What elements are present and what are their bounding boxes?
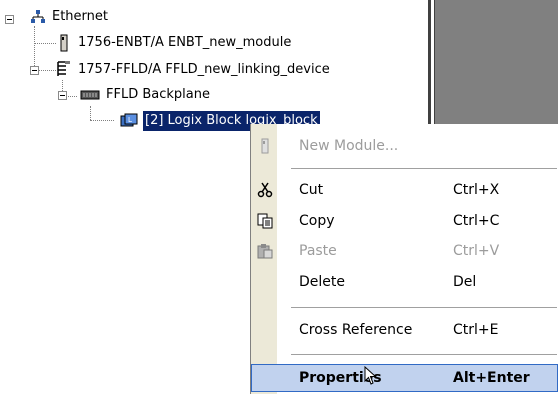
menu-item-shortcut: Ctrl+X xyxy=(453,182,500,198)
collapse-toggle[interactable] xyxy=(30,66,39,75)
collapse-toggle[interactable] xyxy=(58,91,67,100)
tree-node-ffld-backplane[interactable]: FFLD Backplane xyxy=(0,85,260,105)
tree-node-label: 1757-FFLD/A FFLD_new_linking_device xyxy=(78,62,330,77)
tree-node-label: Ethernet xyxy=(52,9,108,24)
detail-pane xyxy=(435,0,558,125)
menu-item-label: Paste xyxy=(299,243,337,259)
scissors-icon xyxy=(257,182,273,198)
tree-node-ffld-linking-device[interactable]: 1757-FFLD/A FFLD_new_linking_device xyxy=(0,60,400,80)
copy-icon xyxy=(257,213,273,229)
network-icon xyxy=(31,10,45,23)
menu-item-shortcut: Del xyxy=(453,274,477,290)
module-icon xyxy=(261,138,269,154)
tree-node-label: 1756-ENBT/A ENBT_new_module xyxy=(78,35,292,50)
paste-icon xyxy=(257,244,273,259)
menu-item-cross-reference[interactable]: Cross Reference Ctrl+E xyxy=(251,316,558,344)
menu-item-cut[interactable]: Cut Ctrl+X xyxy=(251,176,558,204)
collapse-toggle[interactable] xyxy=(5,15,14,24)
menu-item-shortcut: Ctrl+V xyxy=(453,243,500,259)
tree-node-enbt-module[interactable]: 1756-ENBT/A ENBT_new_module xyxy=(0,33,360,53)
linking-device-icon xyxy=(57,61,70,76)
module-icon xyxy=(60,34,68,52)
svg-text:L: L xyxy=(128,116,132,124)
context-menu: New Module... Cut Ctrl+X Copy Ctrl+C Pas… xyxy=(250,124,558,394)
menu-separator xyxy=(291,168,557,169)
menu-item-new-module[interactable]: New Module... xyxy=(251,132,558,160)
menu-item-label: Delete xyxy=(299,274,345,290)
mouse-pointer-icon xyxy=(364,366,377,385)
menu-item-label: Cross Reference xyxy=(299,322,413,338)
menu-item-label: Copy xyxy=(299,213,335,229)
menu-item-shortcut: Ctrl+C xyxy=(453,213,500,229)
menu-item-delete[interactable]: Delete Del xyxy=(251,268,558,296)
tree-node-ethernet[interactable]: Ethernet xyxy=(0,7,200,27)
tree-node-label: FFLD Backplane xyxy=(106,87,210,102)
menu-item-copy[interactable]: Copy Ctrl+C xyxy=(251,207,558,235)
menu-item-shortcut: Ctrl+E xyxy=(453,322,499,338)
menu-separator xyxy=(291,307,557,308)
backplane-icon xyxy=(80,90,100,100)
menu-item-paste[interactable]: Paste Ctrl+V xyxy=(251,237,558,265)
menu-item-label: Cut xyxy=(299,182,324,198)
pane-splitter[interactable] xyxy=(428,0,431,125)
menu-separator xyxy=(291,354,557,355)
menu-item-shortcut: Alt+Enter xyxy=(453,370,530,386)
logix-block-icon: L xyxy=(120,113,138,127)
menu-item-properties[interactable]: Properties Alt+Enter xyxy=(251,364,558,392)
menu-item-label: New Module... xyxy=(299,138,399,154)
